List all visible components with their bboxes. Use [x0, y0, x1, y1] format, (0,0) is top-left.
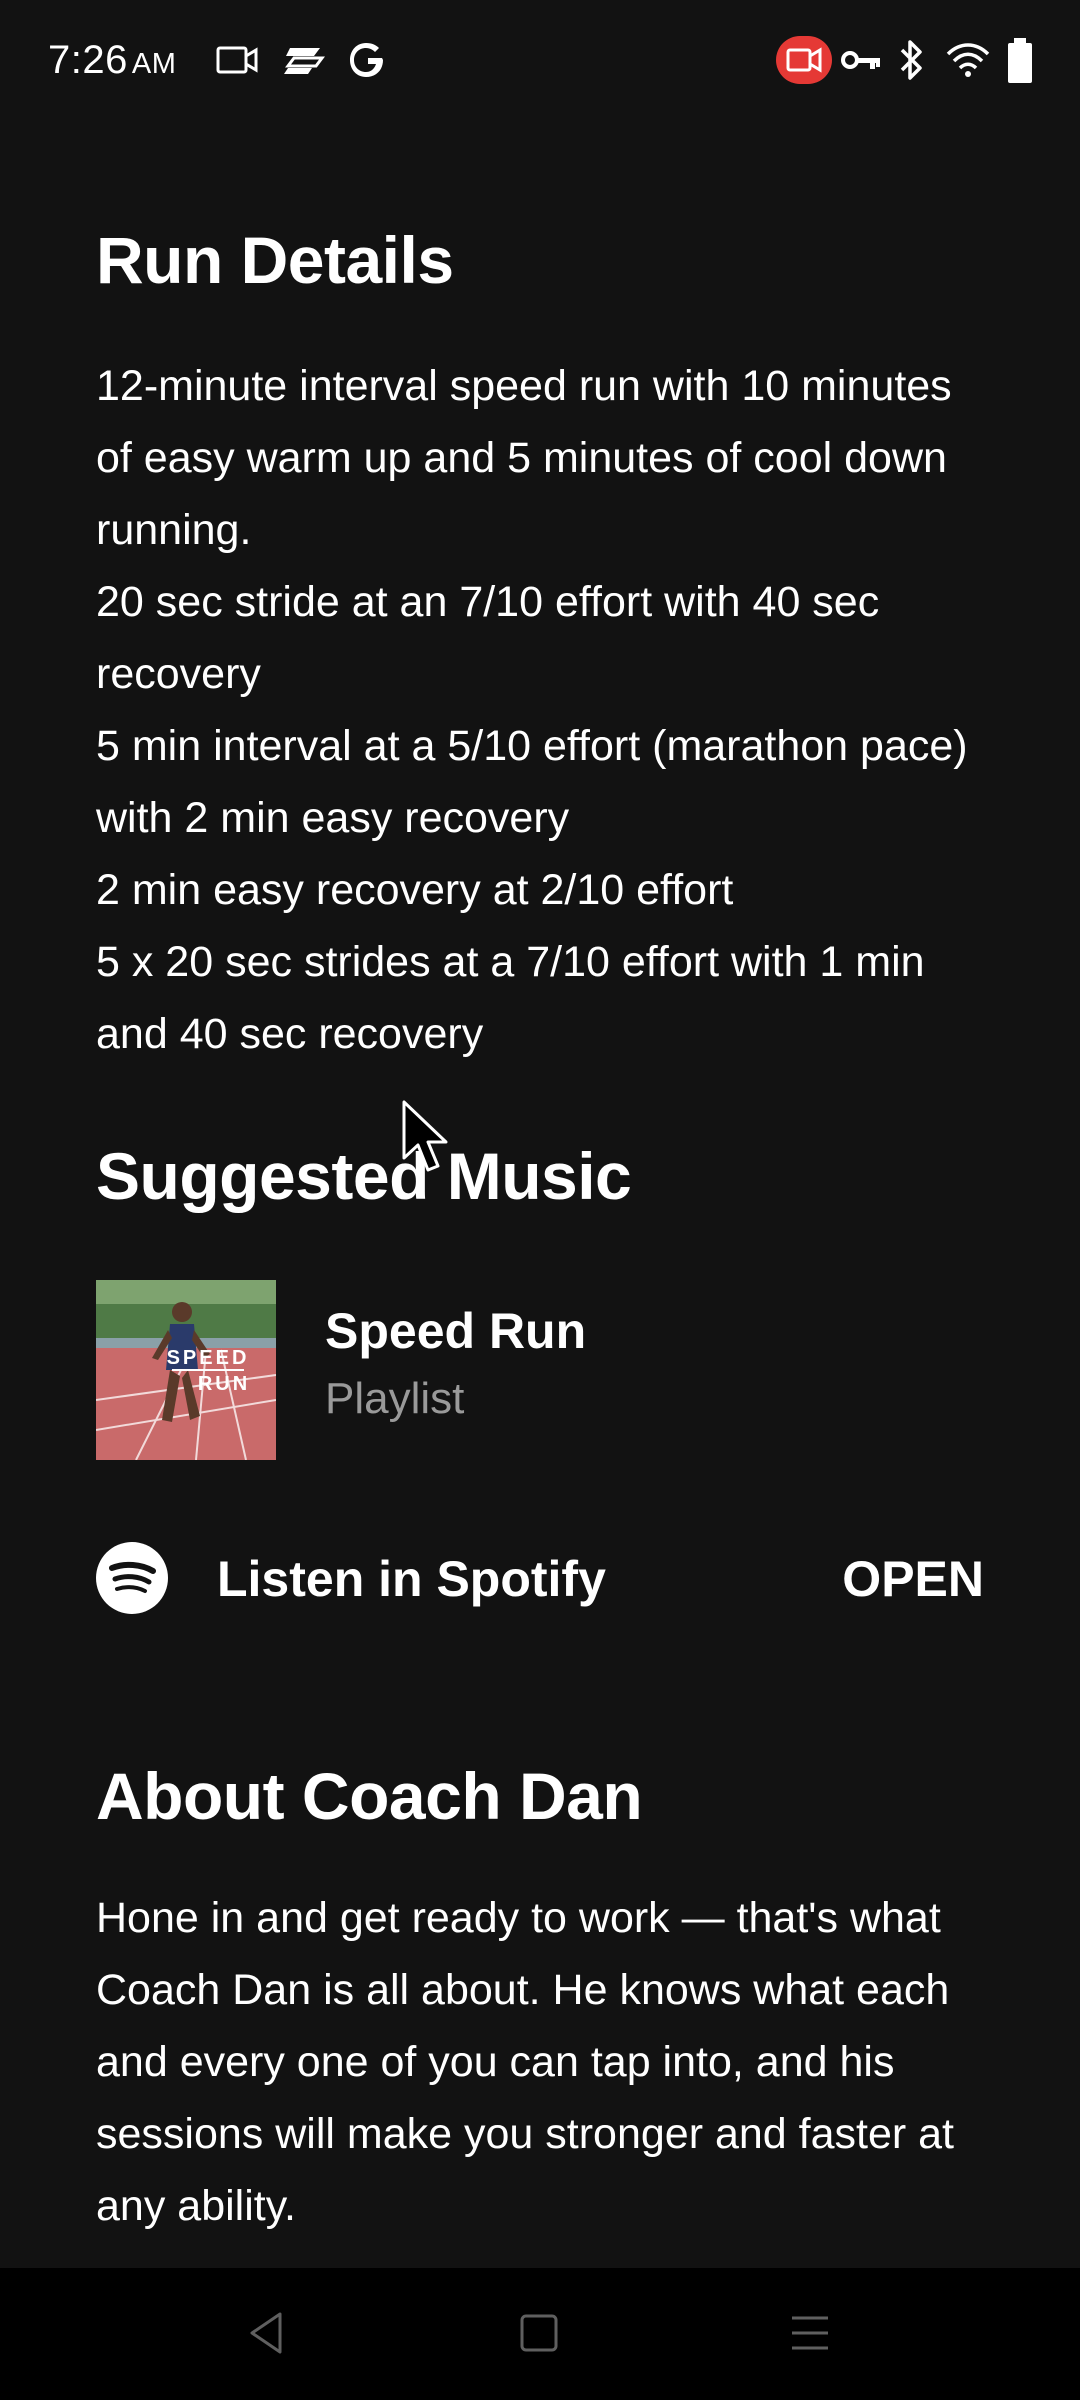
recents-icon[interactable]: [788, 2308, 832, 2358]
playlist-card[interactable]: SPEED RUN Speed Run Playlist: [96, 1280, 996, 1460]
playlist-cover-image: SPEED RUN: [96, 1280, 276, 1460]
cover-text-1: SPEED: [167, 1347, 250, 1369]
navigation-bar: [0, 2268, 1080, 2400]
battery-icon: [1008, 38, 1032, 83]
mouse-cursor-icon: [402, 1100, 448, 1172]
spotify-row[interactable]: Listen in Spotify OPEN: [96, 1540, 984, 1620]
playlist-cover-art: SPEED RUN: [96, 1280, 276, 1460]
run-details-text: 12-minute interval speed run with 10 min…: [96, 350, 976, 1070]
suggested-music-title: Suggested Music: [96, 1139, 632, 1213]
playlist-title[interactable]: Speed Run: [325, 1302, 586, 1360]
status-time-ampm: AM: [131, 48, 177, 80]
run-details-line: 5 min interval at a 5/10 effort (maratho…: [96, 722, 968, 842]
status-time: 7:26 AM: [48, 38, 176, 83]
listen-in-spotify-label: Listen in Spotify: [217, 1551, 606, 1607]
run-details-line: 5 x 20 sec strides at a 7/10 effort with…: [96, 938, 925, 1058]
cover-text-2: RUN: [198, 1373, 250, 1395]
run-details-line: 20 sec stride at an 7/10 effort with 40 …: [96, 578, 880, 698]
spotify-icon: [96, 1542, 168, 1614]
playlist-subtitle: Playlist: [325, 1374, 465, 1423]
open-spotify-button[interactable]: OPEN: [842, 1550, 984, 1608]
status-bar: 7:26 AM: [0, 0, 1080, 120]
run-details-line: 2 min easy recovery at 2/10 effort: [96, 866, 734, 914]
status-time-value: 7:26: [48, 38, 128, 82]
wifi-icon: [946, 43, 990, 77]
about-coach-text: Hone in and get ready to work — that's w…: [96, 1894, 955, 2230]
video-icon: [216, 46, 258, 74]
run-details-line: 12-minute interval speed run with 10 min…: [96, 362, 952, 554]
about-coach-title: About Coach Dan: [96, 1759, 643, 1833]
home-icon[interactable]: [518, 2308, 562, 2358]
back-icon[interactable]: [244, 2308, 288, 2358]
cast-icon: [284, 48, 325, 74]
bluetooth-icon: [900, 40, 922, 80]
google-icon: [350, 43, 383, 77]
vpn-key-icon: [841, 51, 880, 69]
run-details-title: Run Details: [96, 223, 454, 297]
screen-record-icon: [776, 36, 832, 84]
